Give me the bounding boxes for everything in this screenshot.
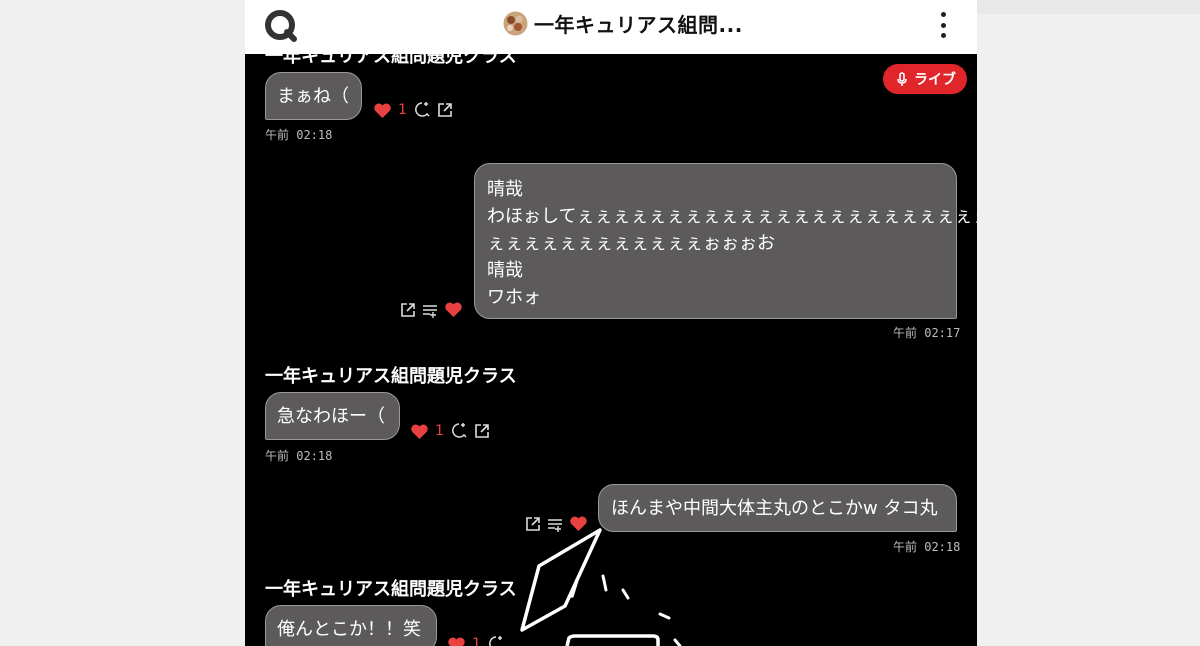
drawing-overlay: [520, 528, 682, 646]
message-text: ほんまや中間大体主丸のとこかw タコ丸: [611, 498, 938, 519]
like-count: 1: [398, 102, 407, 118]
reply-icon[interactable]: [487, 635, 505, 646]
like-count: 1: [472, 636, 481, 646]
chat-title: 一年キュリアス組問...: [534, 12, 743, 37]
heart-icon[interactable]: [373, 102, 392, 119]
sender-name: 一年キュリアス組問題児クラス: [265, 579, 517, 600]
heart-icon[interactable]: [410, 423, 429, 440]
chat-header: 一年キュリアス組問...: [245, 0, 977, 54]
message-bubble[interactable]: まぁね（: [265, 72, 362, 120]
share-icon[interactable]: [474, 423, 490, 439]
message-bubble[interactable]: 急なわほー（: [265, 392, 400, 440]
kebab-menu-icon[interactable]: [935, 10, 951, 40]
message-text: 俺んとこか！！笑: [277, 619, 421, 640]
sort-icon[interactable]: [422, 302, 438, 318]
chat-window: 一年キュリアス組問... ライブ 一年キュリアス組問題児クラス まぁね（ 1 午…: [245, 0, 977, 646]
message-text: まぁね（: [277, 86, 349, 107]
sender-name: 一年キュリアス組問題児クラス: [265, 366, 517, 387]
search-button[interactable]: [263, 8, 299, 44]
mic-icon: [897, 72, 907, 86]
timestamp: 午前 02:17: [893, 326, 961, 340]
message-text-line: 晴哉: [487, 260, 523, 281]
share-icon[interactable]: [400, 302, 416, 318]
avatar: [503, 11, 528, 35]
message-text-line: わほぉしてぇぇぇぇぇぇぇぇぇぇぇぇぇぇぇぇぇぇぇぇぇぇぇ: [487, 206, 977, 227]
message-actions: 1: [410, 422, 490, 440]
reply-icon[interactable]: [450, 422, 468, 440]
live-button[interactable]: ライブ: [883, 64, 967, 94]
live-label: ライブ: [914, 72, 956, 88]
share-icon[interactable]: [437, 102, 453, 118]
like-count: 1: [435, 423, 444, 439]
heart-icon[interactable]: [447, 636, 466, 646]
background-strip: [977, 0, 1200, 14]
message-actions: [400, 301, 463, 318]
message-bubble[interactable]: 俺んとこか！！笑: [265, 605, 437, 646]
message-text-line: ぇぇぇぇぇぇぇぇぇぇぇぇぉぉぉお: [487, 233, 775, 254]
message-text-line: ワホォ: [487, 287, 541, 308]
heart-icon[interactable]: [444, 301, 463, 318]
search-icon: [265, 10, 297, 42]
timestamp: 午前 02:18: [265, 128, 333, 142]
timestamp: 午前 02:18: [265, 449, 333, 463]
timestamp: 午前 02:18: [893, 540, 961, 554]
message-text: 急なわほー（: [277, 406, 385, 427]
reply-icon[interactable]: [413, 101, 431, 119]
message-text-line: 晴哉: [487, 179, 523, 200]
chat-title-area[interactable]: 一年キュリアス組問...: [503, 9, 743, 37]
message-actions: 1: [447, 635, 505, 646]
message-bubble[interactable]: 晴哉 わほぉしてぇぇぇぇぇぇぇぇぇぇぇぇぇぇぇぇぇぇぇぇぇぇぇ ぇぇぇぇぇぇぇぇ…: [474, 163, 977, 319]
message-actions: 1: [373, 101, 453, 119]
